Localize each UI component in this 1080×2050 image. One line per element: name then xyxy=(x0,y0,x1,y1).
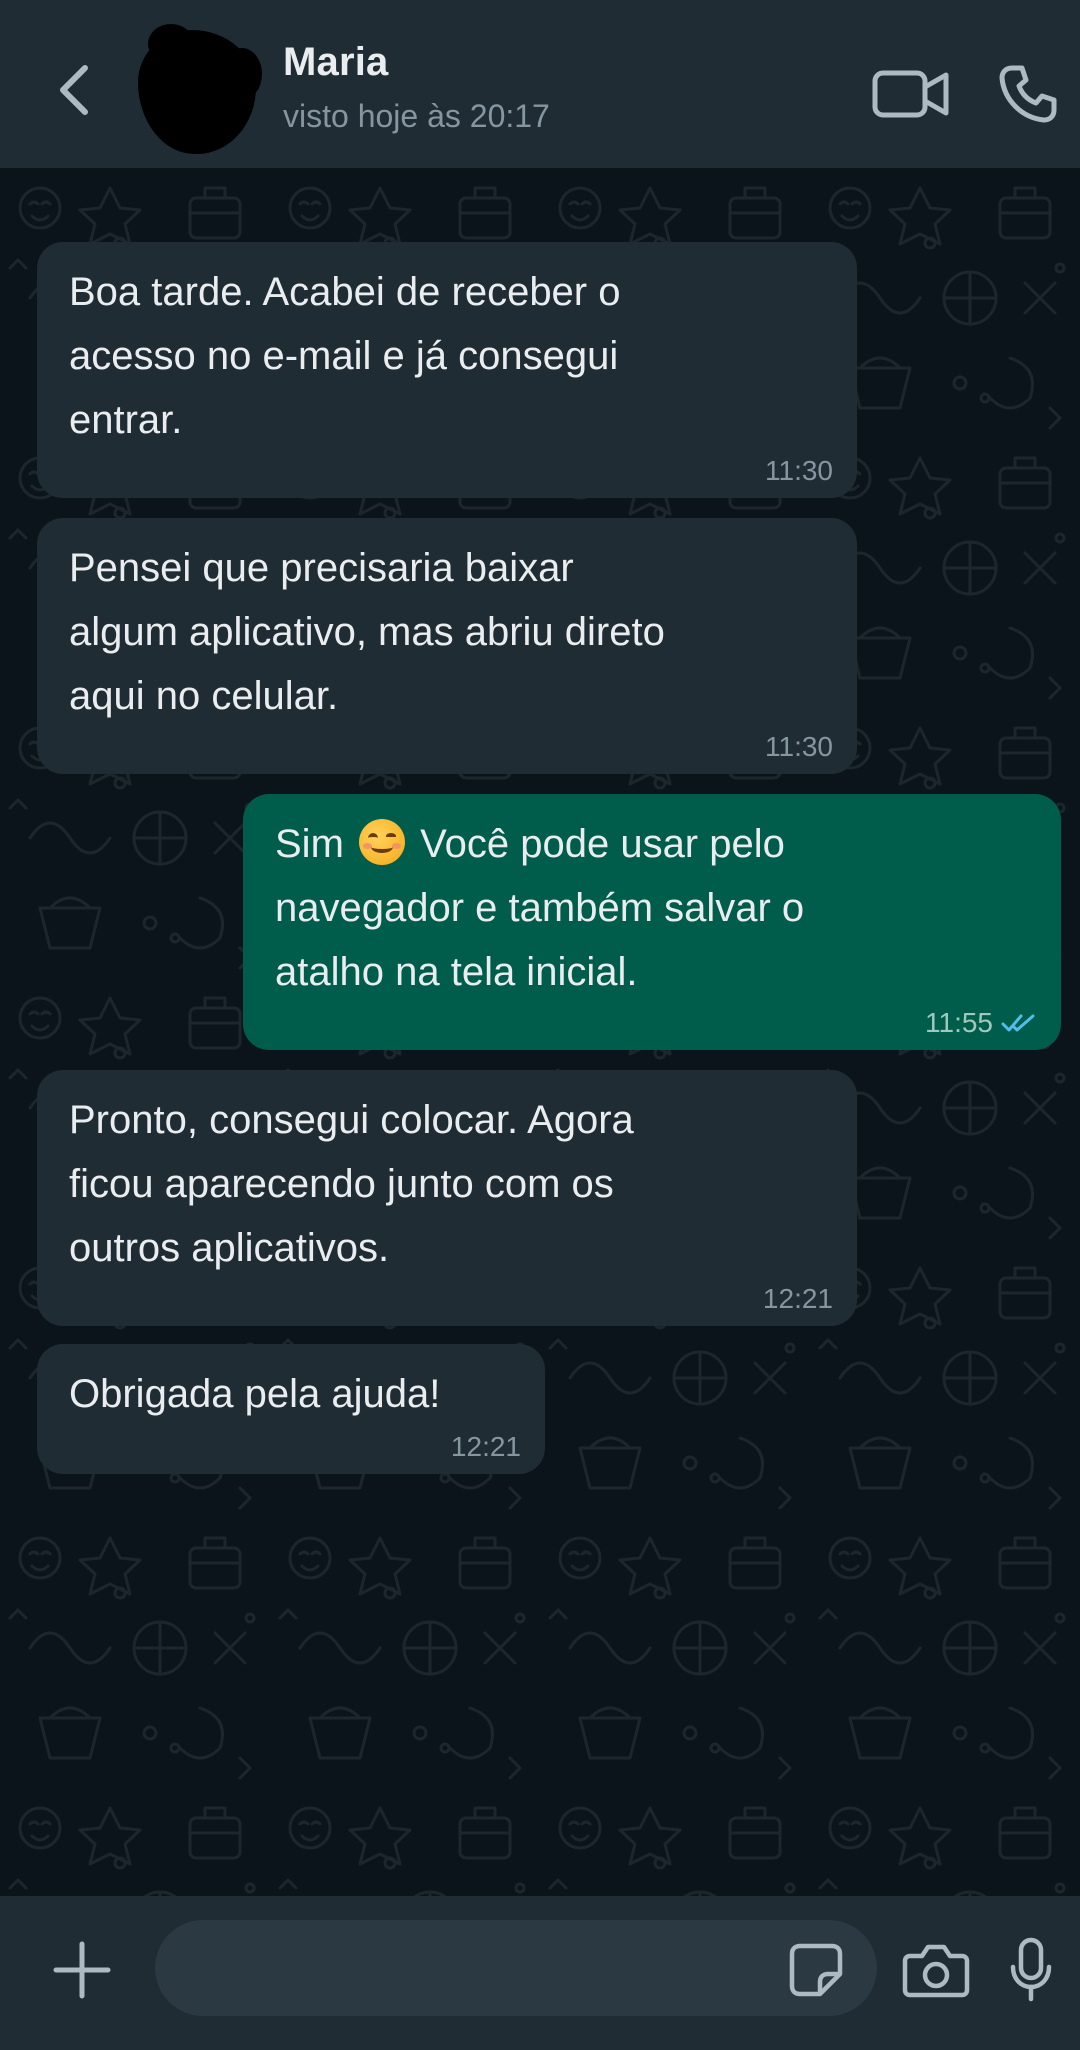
outgoing-message[interactable]: Sim Você pode usar pelo navegador e tamb… xyxy=(243,794,1061,1050)
message-time: 11:30 xyxy=(765,455,833,486)
sticker-button[interactable] xyxy=(778,1932,854,2008)
camera-button[interactable] xyxy=(898,1932,974,2008)
chevron-left-icon xyxy=(60,65,88,115)
incoming-message[interactable]: Obrigada pela ajuda! 12:21 xyxy=(37,1344,545,1474)
incoming-message[interactable]: Pronto, consegui colocar. Agora ficou ap… xyxy=(37,1070,857,1326)
incoming-message[interactable]: Boa tarde. Acabei de receber o acesso no… xyxy=(37,242,857,498)
smiling-face-emoji xyxy=(359,819,406,865)
message-meta: 11:30 xyxy=(765,456,833,486)
message-text: Boa tarde. Acabei de receber o acesso no… xyxy=(69,270,621,442)
message-text-start: Sim xyxy=(275,822,344,866)
microphone-icon xyxy=(1010,1937,1052,2002)
message-meta: 11:55 xyxy=(925,1008,1037,1038)
plus-icon xyxy=(53,1941,111,1999)
voice-call-button[interactable] xyxy=(990,56,1066,132)
message-time: 12:21 xyxy=(450,1431,521,1462)
message-time: 12:21 xyxy=(762,1283,833,1314)
double-check-read-icon xyxy=(1001,1014,1035,1032)
message-meta: 12:21 xyxy=(451,1432,521,1462)
contact-avatar[interactable] xyxy=(138,24,262,154)
message-text: Pronto, consegui colocar. Agora ficou ap… xyxy=(69,1098,634,1270)
back-button[interactable] xyxy=(40,50,110,130)
last-seen-status: visto hoje às 20:17 xyxy=(283,98,550,134)
microphone-button[interactable] xyxy=(1000,1932,1062,2008)
incoming-message[interactable]: Pensei que precisaria baixar algum aplic… xyxy=(37,518,857,774)
message-text: Obrigada pela ajuda! xyxy=(69,1372,441,1416)
chat-header: Maria visto hoje às 20:17 xyxy=(0,0,1080,168)
message-time: 11:55 xyxy=(925,1007,993,1038)
sticker-icon xyxy=(789,1943,843,1997)
chat-area[interactable]: Boa tarde. Acabei de receber o acesso no… xyxy=(0,168,1080,1896)
message-meta: 11:30 xyxy=(765,732,833,762)
message-text-rest: Você pode usar pelo navegador e também s… xyxy=(275,822,805,994)
camera-icon xyxy=(902,1944,970,1998)
attach-button[interactable] xyxy=(44,1932,120,2008)
video-call-button[interactable] xyxy=(868,56,954,132)
message-text: Sim Você pode usar pelo navegador e tamb… xyxy=(275,812,1031,1004)
message-input-bar xyxy=(0,1896,1080,2050)
message-input[interactable] xyxy=(155,1920,877,2016)
message-time: 11:30 xyxy=(765,731,833,762)
message-meta: 12:21 xyxy=(763,1284,833,1314)
phone-icon xyxy=(999,65,1057,123)
message-text: Pensei que precisaria baixar algum aplic… xyxy=(69,546,665,718)
video-camera-icon xyxy=(872,70,949,118)
contact-name[interactable]: Maria xyxy=(283,40,389,85)
